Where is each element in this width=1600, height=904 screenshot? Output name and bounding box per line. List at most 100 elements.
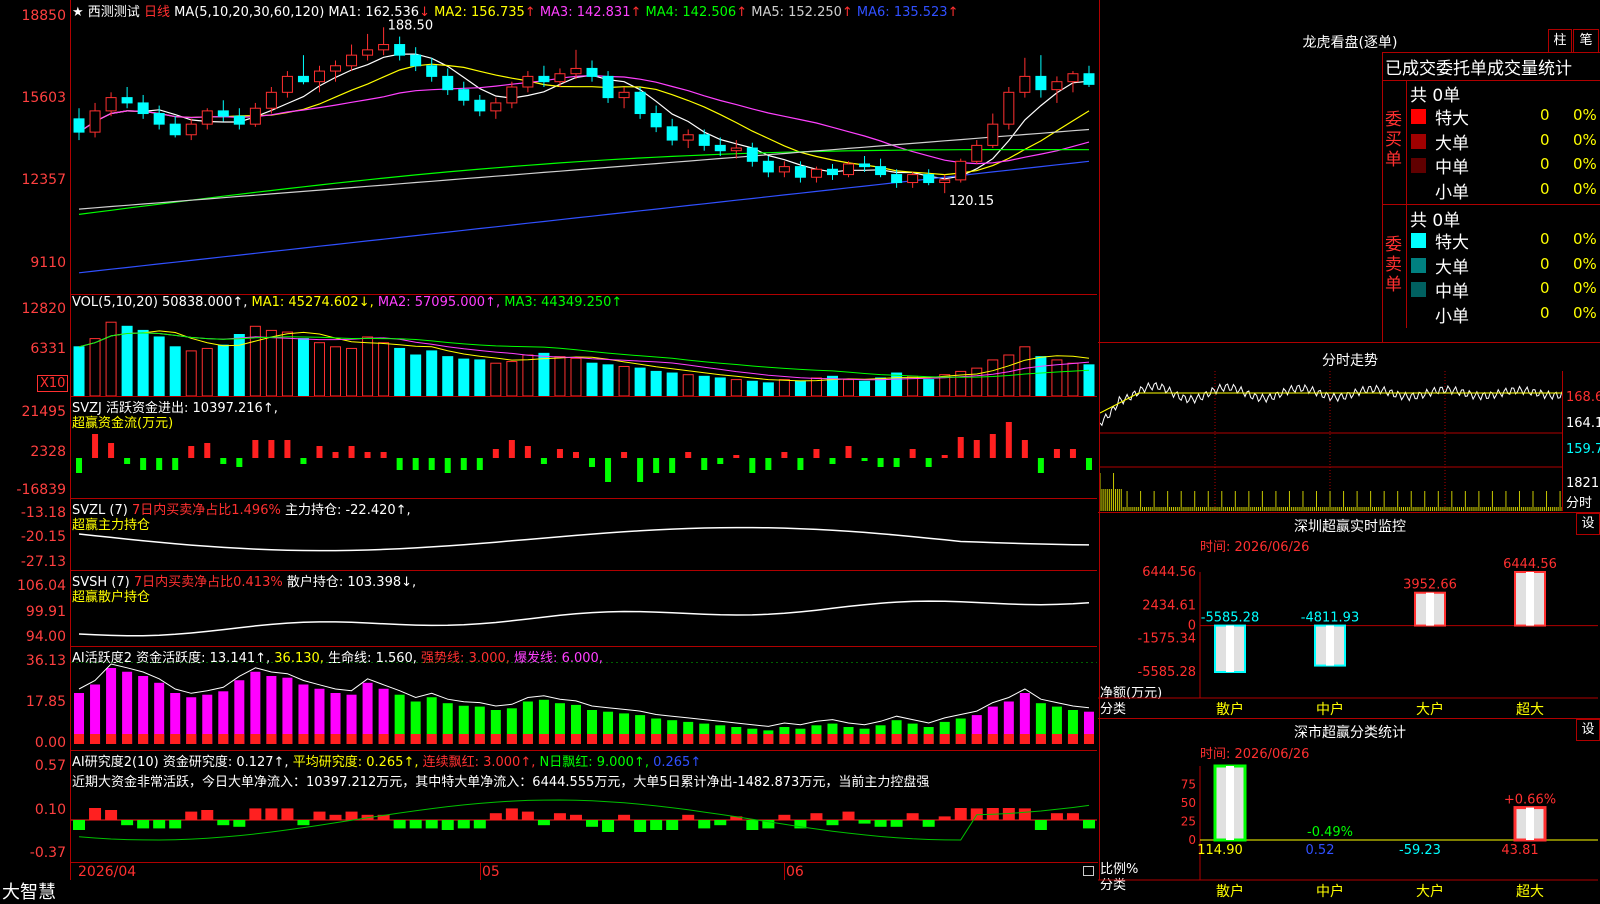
volume-bar xyxy=(1083,364,1095,396)
ai-research-bar xyxy=(874,820,887,827)
volume-bar xyxy=(490,362,502,396)
sz-monitor-settings-button[interactable]: 设 xyxy=(1576,513,1600,535)
ai-research-bar xyxy=(954,808,967,820)
ai-activity-base xyxy=(362,734,373,744)
ai-activity-base xyxy=(683,734,694,744)
svzj-ytick: 2328 xyxy=(30,444,66,460)
vol-header-part: MA1: 45274.602↓, xyxy=(247,295,374,310)
kline-chart[interactable]: 188.50 120.15 xyxy=(71,18,1097,294)
candle-body xyxy=(426,65,438,77)
volume-bar xyxy=(394,347,406,396)
ai-research-header-part: 平均研究度: 0.265↑, xyxy=(288,755,419,770)
ai-activity-base xyxy=(218,734,229,744)
ai-activity-base xyxy=(699,734,710,744)
svzj-bar xyxy=(605,458,612,482)
ai-activity-base xyxy=(971,734,982,744)
svzj-bar xyxy=(284,440,291,458)
svzj-bar xyxy=(829,458,836,464)
candle-body xyxy=(346,54,358,67)
volume-bar xyxy=(682,374,694,396)
ai-activity-base xyxy=(90,734,101,744)
svzj-bars[interactable] xyxy=(71,398,1097,498)
svzj-bar xyxy=(172,458,179,470)
candle-body xyxy=(859,163,871,168)
sz-class-category: 散户 xyxy=(1216,883,1244,900)
ai-activity-base xyxy=(234,734,245,744)
svzl-line[interactable] xyxy=(71,500,1097,570)
buy-row-label: 大单 xyxy=(1435,133,1469,154)
sz-monitor-value-label: -4811.93 xyxy=(1301,611,1359,626)
intraday-price-label: 159.7 xyxy=(1566,442,1600,457)
candle-body xyxy=(217,110,229,117)
candle-body xyxy=(1083,73,1095,85)
ai-activity-base xyxy=(1067,734,1078,744)
sz-monitor-ytick: 6444.56 xyxy=(1142,565,1196,580)
vol-ytick: 6331 xyxy=(30,341,66,357)
high-price-label: 188.50 xyxy=(388,18,434,33)
candle-body xyxy=(907,174,919,184)
sell-group-label: 委卖单 xyxy=(1385,235,1402,295)
sz-class-value-label: 114.90 xyxy=(1197,843,1243,858)
svzj-bar xyxy=(236,458,243,467)
sz-class-pct-label: +0.66% xyxy=(1504,793,1556,808)
candle-body xyxy=(650,113,662,128)
svzj-bar xyxy=(861,458,868,461)
vol-header-part: VOL(5,10,20) xyxy=(72,295,158,310)
candle-body xyxy=(297,75,309,83)
volume-bar xyxy=(746,380,758,396)
ai-research-bar xyxy=(313,811,326,820)
ai-research-bar xyxy=(281,808,294,820)
svzj-ytick: 21495 xyxy=(21,404,66,420)
ai-research-bar xyxy=(666,820,679,830)
volume-bar xyxy=(153,336,165,396)
ai-activity-base xyxy=(939,734,950,744)
sz-class-category: 超大 xyxy=(1516,884,1544,900)
volume-bar xyxy=(313,342,325,396)
x-axis-divider xyxy=(480,862,481,880)
ai-activity-bars[interactable] xyxy=(71,662,1097,750)
svzj-bar xyxy=(941,455,948,458)
bar-mode-button[interactable]: 柱 xyxy=(1548,29,1572,53)
svzj-bar xyxy=(412,458,419,470)
candle-body xyxy=(201,110,213,125)
ma-line-4 xyxy=(78,149,1090,215)
volume-chart[interactable] xyxy=(71,312,1097,396)
buy-total: 共 0单 xyxy=(1410,86,1461,106)
svzj-bar xyxy=(765,458,772,470)
candle-body xyxy=(730,147,742,152)
svzj-bar xyxy=(188,446,195,458)
sz-class-value-label: 0.52 xyxy=(1306,843,1335,858)
ai-activity-base xyxy=(635,734,646,744)
ai-activity-bar xyxy=(266,676,277,744)
ai-activity-base xyxy=(554,734,565,744)
intraday-price-axis xyxy=(1562,371,1563,511)
sz-monitor-value-label: 6444.56 xyxy=(1503,557,1557,572)
buy-row-label: 小单 xyxy=(1435,182,1469,203)
volume-bar xyxy=(330,346,342,396)
ai-research-ytick: 0.10 xyxy=(34,802,66,818)
candle-body xyxy=(1051,81,1063,91)
x-axis-label: 05 xyxy=(482,864,500,880)
pen-mode-button[interactable]: 笔 xyxy=(1573,29,1599,53)
sz-class-chart[interactable]: 75 50 25 0114.90 散户 -0.49% 0.52 中户 -59.23 大户 +0.66… xyxy=(1098,758,1600,900)
ai-activity-base xyxy=(811,734,822,744)
lock-icon[interactable] xyxy=(1083,866,1094,876)
svzj-bar xyxy=(220,458,227,464)
sell-row-count: 0 xyxy=(1540,230,1550,248)
candle-body xyxy=(602,75,614,99)
candle-body xyxy=(666,126,678,141)
volume-bar xyxy=(265,329,277,396)
sz-class-settings-button[interactable]: 设 xyxy=(1576,719,1600,741)
svsh-line[interactable] xyxy=(71,572,1097,646)
svsh-ytick: 106.04 xyxy=(17,578,66,594)
buy-row-pct: 0% xyxy=(1573,130,1597,149)
candle-body xyxy=(826,168,838,176)
intraday-chart[interactable] xyxy=(1100,371,1562,511)
sz-monitor-chart[interactable]: 6444.562434.610-1575.34-5585.28-5585.28散… xyxy=(1098,550,1600,716)
volume-bar xyxy=(426,350,438,396)
candle-body xyxy=(153,113,165,125)
svzj-bar xyxy=(653,458,660,473)
sz-monitor-category: 大户 xyxy=(1416,701,1444,716)
ai-research-bars[interactable] xyxy=(71,790,1097,862)
volume-bar xyxy=(281,331,293,396)
